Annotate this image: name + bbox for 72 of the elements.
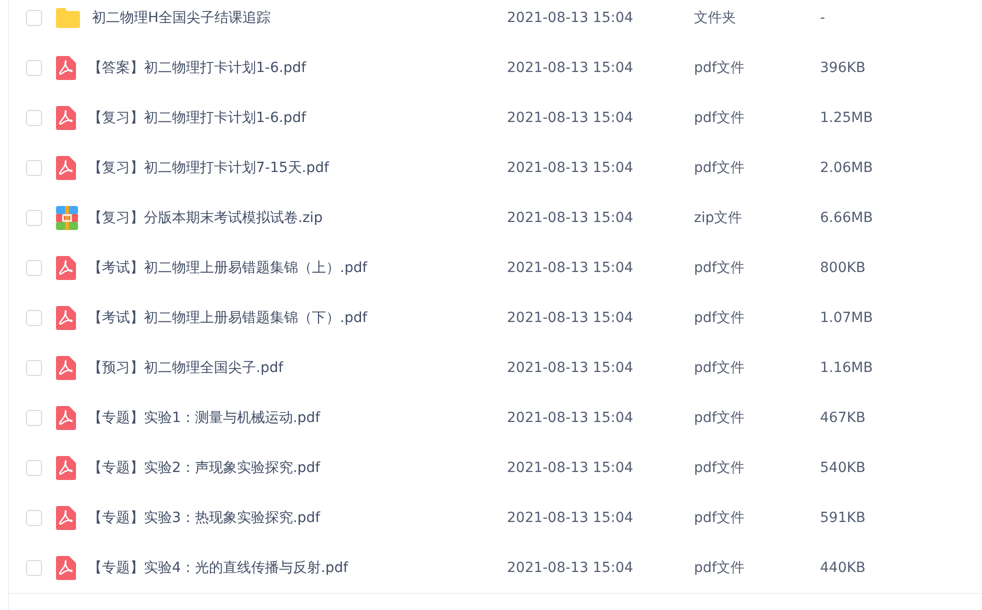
file-name[interactable]: 初二物理H全国尖子结课追踪	[92, 5, 271, 31]
pdf-file-icon	[56, 56, 76, 80]
row-checkbox[interactable]	[26, 260, 42, 276]
pdf-file-icon	[56, 306, 76, 330]
row-checkbox[interactable]	[26, 310, 42, 326]
file-name[interactable]: 【专题】实验4：光的直线传播与反射.pdf	[88, 555, 348, 581]
file-size: 6.66MB	[820, 209, 873, 228]
row-checkbox[interactable]	[26, 210, 42, 226]
row-checkbox[interactable]	[26, 360, 42, 376]
row-checkbox[interactable]	[26, 110, 42, 126]
pdf-file-icon	[56, 506, 76, 530]
file-name[interactable]: 【答案】初二物理打卡计划1-6.pdf	[88, 55, 306, 81]
file-name[interactable]: 【专题】实验1：测量与机械运动.pdf	[88, 405, 320, 431]
file-size: 440KB	[820, 559, 866, 578]
modified-date: 2021-08-13 15:04	[507, 109, 634, 128]
modified-date: 2021-08-13 15:04	[507, 459, 634, 478]
file-name[interactable]: 【预习】初二物理全国尖子.pdf	[88, 355, 284, 381]
file-size: 1.07MB	[820, 309, 873, 328]
file-size: 2.06MB	[820, 159, 873, 178]
row-checkbox[interactable]	[26, 60, 42, 76]
file-name[interactable]: 【专题】实验2：声现象实验探究.pdf	[88, 455, 320, 481]
modified-date: 2021-08-13 15:04	[507, 159, 634, 178]
file-size: 467KB	[820, 409, 866, 428]
file-type: 文件夹	[694, 9, 736, 28]
pdf-file-icon	[56, 106, 76, 130]
pdf-file-icon	[56, 156, 76, 180]
modified-date: 2021-08-13 15:04	[507, 259, 634, 278]
file-size: -	[820, 9, 826, 28]
pdf-file-icon	[56, 456, 76, 480]
file-type: pdf文件	[694, 459, 745, 478]
file-size: 1.16MB	[820, 359, 873, 378]
file-type: pdf文件	[694, 159, 745, 178]
row-checkbox[interactable]	[26, 160, 42, 176]
file-size: 540KB	[820, 459, 866, 478]
pdf-file-icon	[56, 256, 76, 280]
file-type: pdf文件	[694, 359, 745, 378]
file-size: 591KB	[820, 509, 866, 528]
modified-date: 2021-08-13 15:04	[507, 359, 634, 378]
row-checkbox[interactable]	[26, 410, 42, 426]
modified-date: 2021-08-13 15:04	[507, 209, 634, 228]
modified-date: 2021-08-13 15:04	[507, 559, 634, 578]
file-type: pdf文件	[694, 309, 745, 328]
file-name[interactable]: 【复习】分版本期末考试模拟试卷.zip	[88, 205, 323, 231]
file-type: pdf文件	[694, 559, 745, 578]
file-type: pdf文件	[694, 59, 745, 78]
modified-date: 2021-08-13 15:04	[507, 409, 634, 428]
file-type: pdf文件	[694, 409, 745, 428]
file-size: 800KB	[820, 259, 866, 278]
row-checkbox[interactable]	[26, 510, 42, 526]
file-name[interactable]: 【考试】初二物理上册易错题集锦（上）.pdf	[88, 255, 368, 281]
file-type: pdf文件	[694, 259, 745, 278]
archive-icon	[56, 206, 78, 230]
row-checkbox[interactable]	[26, 10, 42, 26]
file-name[interactable]: 【复习】初二物理打卡计划7-15天.pdf	[88, 155, 329, 181]
pdf-file-icon	[56, 556, 76, 580]
pdf-file-icon	[56, 406, 76, 430]
row-checkbox[interactable]	[26, 560, 42, 576]
file-type: pdf文件	[694, 509, 745, 528]
row-checkbox[interactable]	[26, 460, 42, 476]
modified-date: 2021-08-13 15:04	[507, 9, 634, 28]
file-name[interactable]: 【专题】实验3：热现象实验探究.pdf	[88, 505, 320, 531]
modified-date: 2021-08-13 15:04	[507, 59, 634, 78]
file-name[interactable]: 【考试】初二物理上册易错题集锦（下）.pdf	[88, 305, 368, 331]
modified-date: 2021-08-13 15:04	[507, 309, 634, 328]
file-type: zip文件	[694, 209, 742, 228]
pdf-file-icon	[56, 356, 76, 380]
file-size: 1.25MB	[820, 109, 873, 128]
modified-date: 2021-08-13 15:04	[507, 509, 634, 528]
file-name[interactable]: 【复习】初二物理打卡计划1-6.pdf	[88, 105, 306, 131]
folder-icon	[56, 8, 80, 28]
file-size: 396KB	[820, 59, 866, 78]
file-type: pdf文件	[694, 109, 745, 128]
